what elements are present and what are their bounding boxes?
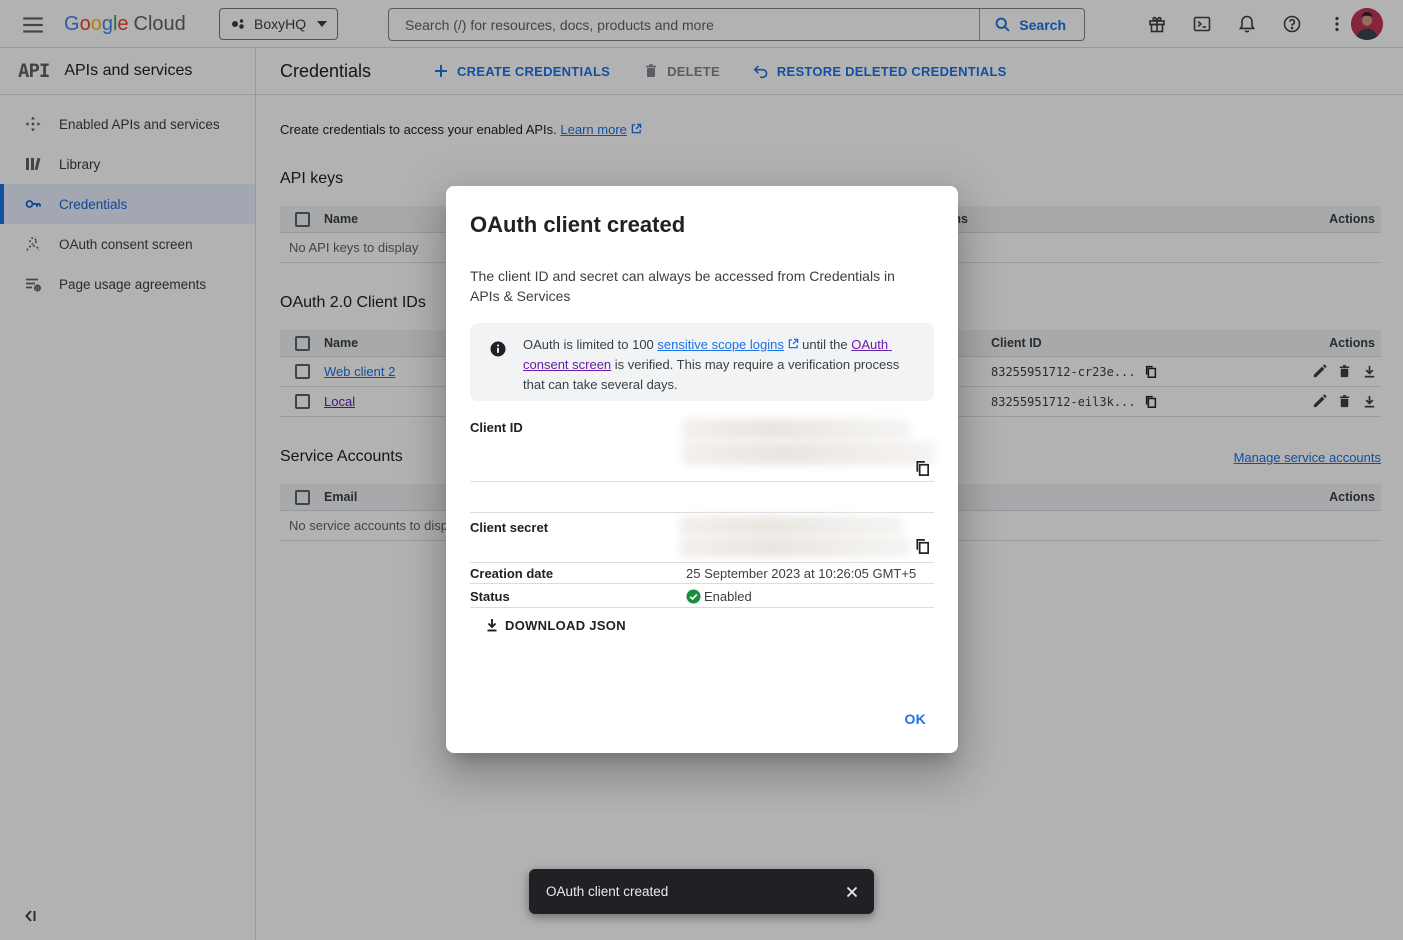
close-icon[interactable]: [844, 884, 860, 900]
toast-message: OAuth client created: [546, 884, 844, 899]
creation-date-value: 25 September 2023 at 10:26:05 GMT+5: [686, 566, 916, 581]
client-secret-redacted-value: [680, 536, 910, 557]
client-secret-redacted-value: [680, 516, 902, 536]
status-row: Status Enabled: [470, 584, 934, 608]
info-text-segment: until the: [799, 337, 852, 352]
download-json-label: DOWNLOAD JSON: [505, 618, 626, 633]
spacer-row: [470, 482, 934, 513]
external-link-icon: [788, 338, 799, 349]
dialog-title: OAuth client created: [470, 212, 685, 238]
check-circle-icon: [686, 589, 701, 604]
copy-client-secret-icon[interactable]: [914, 538, 931, 555]
status-label: Status: [470, 589, 510, 604]
dialog-info-text: OAuth is limited to 100 sensitive scope …: [523, 335, 920, 401]
info-text-segment: OAuth is limited to 100: [523, 337, 657, 352]
info-icon: [490, 341, 506, 357]
sensitive-scope-logins-link[interactable]: sensitive scope logins: [657, 337, 783, 352]
creation-date-label: Creation date: [470, 566, 553, 581]
download-json-button[interactable]: DOWNLOAD JSON: [484, 617, 626, 633]
google-cloud-console: Google Cloud BoxyHQ Search: [0, 0, 1403, 940]
download-icon: [484, 617, 500, 633]
client-secret-label: Client secret: [470, 520, 548, 535]
dialog-info-banner: OAuth is limited to 100 sensitive scope …: [470, 323, 934, 401]
client-id-label: Client ID: [470, 420, 523, 435]
client-id-redacted-value: [683, 419, 910, 440]
toast: OAuth client created: [529, 869, 874, 914]
copy-client-id-icon[interactable]: [914, 460, 931, 477]
creation-date-row: Creation date 25 September 2023 at 10:26…: [470, 563, 934, 584]
status-value: Enabled: [704, 589, 752, 604]
oauth-client-created-dialog: OAuth client created The client ID and s…: [446, 186, 958, 753]
dialog-description: The client ID and secret can always be a…: [470, 266, 920, 306]
ok-button[interactable]: OK: [897, 707, 935, 731]
client-id-redacted-value: [683, 441, 935, 465]
